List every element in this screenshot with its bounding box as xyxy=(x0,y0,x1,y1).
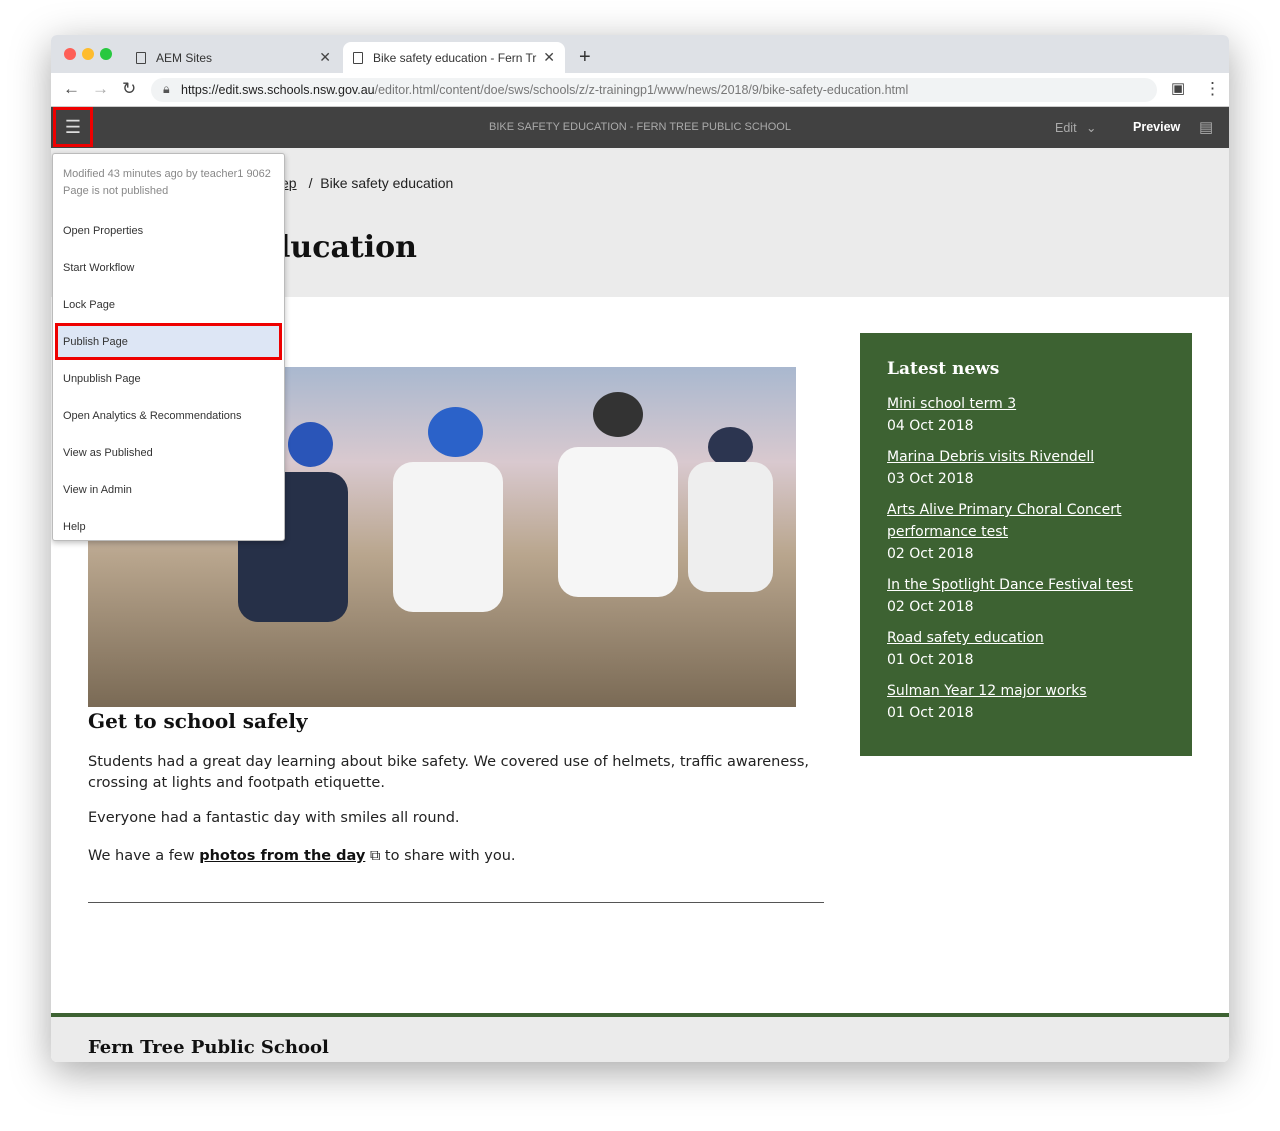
news-item: Sulman Year 12 major works 01 Oct 2018 xyxy=(887,680,1165,724)
news-link[interactable]: Sulman Year 12 major works xyxy=(887,680,1165,702)
footer: Fern Tree Public School xyxy=(51,1013,1229,1062)
latest-news-panel: Latest news Mini school term 3 04 Oct 201… xyxy=(860,333,1192,756)
article-paragraph: We have a few photos from the day ⧉ to s… xyxy=(88,848,516,864)
page-title-bar: BIKE SAFETY EDUCATION - FERN TREE PUBLIC… xyxy=(489,121,791,133)
menu-item-unpublish-page[interactable]: Unpublish Page xyxy=(53,360,284,397)
menu-item-publish-page[interactable]: Publish Page xyxy=(55,323,282,360)
latest-news-heading: Latest news xyxy=(887,359,1000,379)
menu-item-help[interactable]: Help xyxy=(53,508,284,545)
news-item: In the Spotlight Dance Festival test 02 O… xyxy=(887,574,1165,618)
new-tab-button[interactable]: + xyxy=(569,42,601,73)
forward-icon[interactable]: → xyxy=(92,79,109,99)
browser-window: AEM Sites ✕ Bike safety education - Fern … xyxy=(51,35,1229,1062)
news-date: 03 Oct 2018 xyxy=(887,471,974,487)
page-canvas: ep / Bike safety education lucation Modif… xyxy=(51,148,1229,1062)
news-item: Marina Debris visits Rivendell 03 Oct 201… xyxy=(887,446,1165,490)
news-link[interactable]: Marina Debris visits Rivendell xyxy=(887,446,1165,468)
menu-item-open-properties[interactable]: Open Properties xyxy=(53,212,284,249)
back-icon[interactable]: ← xyxy=(63,79,80,99)
external-link-icon: ⧉ xyxy=(369,848,381,864)
page-icon xyxy=(353,51,363,64)
close-window-button[interactable] xyxy=(64,48,76,60)
photos-link[interactable]: photos from the day xyxy=(199,848,365,864)
chevron-down-icon: ⌄ xyxy=(1086,121,1097,135)
news-date: 01 Oct 2018 xyxy=(887,652,974,668)
more-icon[interactable]: ⋮ xyxy=(1204,79,1221,99)
news-link[interactable]: Road safety education xyxy=(887,627,1165,649)
menu-item-lock-page[interactable]: Lock Page xyxy=(53,286,284,323)
news-link[interactable]: In the Spotlight Dance Festival test xyxy=(887,574,1165,596)
menu-item-view-as-published[interactable]: View as Published xyxy=(53,434,284,471)
article-subheading: Get to school safely xyxy=(88,709,308,733)
news-date: 02 Oct 2018 xyxy=(887,599,974,615)
zoom-window-button[interactable] xyxy=(100,48,112,60)
lock-icon: 🔒︎ xyxy=(163,82,170,96)
address-bar-row: ← → ↻ 🔒︎ https://edit.sws.schools.nsw.gov… xyxy=(51,73,1229,107)
tab-aem-sites[interactable]: AEM Sites ✕ xyxy=(126,42,341,73)
page-heading: lucation xyxy=(279,230,417,265)
tab-bar: AEM Sites ✕ Bike safety education - Fern … xyxy=(51,35,1229,73)
preview-button[interactable]: Preview xyxy=(1133,120,1180,134)
news-date: 02 Oct 2018 xyxy=(887,546,974,562)
news-link[interactable]: Arts Alive Primary Choral Concert perfor… xyxy=(887,499,1165,543)
footer-school-name: Fern Tree Public School xyxy=(88,1037,329,1058)
edit-mode-dropdown[interactable]: Edit ⌄ xyxy=(1055,120,1097,135)
menu-item-start-workflow[interactable]: Start Workflow xyxy=(53,249,284,286)
tab-bike-safety[interactable]: Bike safety education - Fern Tr ✕ xyxy=(343,42,565,73)
news-item: Arts Alive Primary Choral Concert perfor… xyxy=(887,499,1165,565)
news-item: Mini school term 3 04 Oct 2018 xyxy=(887,393,1165,437)
article-paragraph: Everyone had a fantastic day with smiles… xyxy=(88,810,460,826)
divider xyxy=(88,902,824,903)
page-information-menu: Modified 43 minutes ago by teacher1 9062… xyxy=(52,153,285,541)
minimize-window-button[interactable] xyxy=(82,48,94,60)
news-item: Road safety education 01 Oct 2018 xyxy=(887,627,1165,671)
news-date: 04 Oct 2018 xyxy=(887,418,974,434)
annotations-icon[interactable]: ▤ xyxy=(1199,118,1213,136)
extension-icon[interactable]: ▣ xyxy=(1171,79,1185,97)
aem-toolbar: ☰ BIKE SAFETY EDUCATION - FERN TREE PUBL… xyxy=(51,107,1229,148)
url-input[interactable]: 🔒︎ https://edit.sws.schools.nsw.gov.au/ed… xyxy=(151,78,1157,102)
reload-icon[interactable]: ↻ xyxy=(122,79,136,99)
menu-item-open-analytics[interactable]: Open Analytics & Recommendations xyxy=(53,397,284,434)
news-link[interactable]: Mini school term 3 xyxy=(887,393,1165,415)
news-date: 01 Oct 2018 xyxy=(887,705,974,721)
breadcrumb: ep / Bike safety education xyxy=(281,175,454,191)
menu-item-view-in-admin[interactable]: View in Admin xyxy=(53,471,284,508)
article-paragraph: Students had a great day learning about … xyxy=(88,754,809,791)
close-tab-icon[interactable]: ✕ xyxy=(319,49,331,66)
close-tab-icon[interactable]: ✕ xyxy=(543,49,555,66)
page-icon xyxy=(136,51,146,64)
